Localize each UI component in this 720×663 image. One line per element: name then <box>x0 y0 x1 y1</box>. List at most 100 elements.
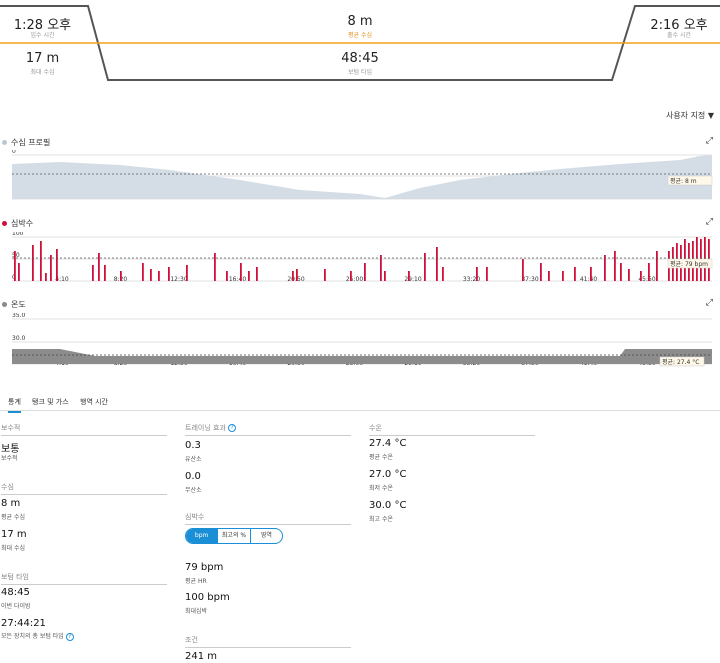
hr-bar <box>18 263 20 281</box>
total-bottom-time-label-text: 모든 장치의 총 보텀 타임 <box>1 633 64 640</box>
expand-icon[interactable]: ⤢ <box>706 217 713 227</box>
max-depth-label: 최대 수심 <box>30 69 55 76</box>
x-tick-label: 37:30 <box>521 276 538 283</box>
hr-bar <box>628 269 630 281</box>
user-settings-label: 사용자 지정 <box>665 111 706 120</box>
x-tick-label: 16:40 <box>229 276 246 283</box>
caret-down-icon: ▼ <box>707 111 714 120</box>
hr-bar <box>324 269 326 281</box>
expand-icon[interactable]: ⤢ <box>706 298 713 308</box>
user-settings-dropdown[interactable]: 사용자 지정 ▼ <box>666 110 714 121</box>
training-effect-heading-text: 트레이닝 효과 <box>185 424 226 432</box>
anaerobic-label: 무산소 <box>185 487 202 494</box>
hr-bar <box>604 255 606 281</box>
hr-bar <box>656 251 658 281</box>
hr-bar <box>56 249 58 281</box>
avg-depth-value: 8 m <box>347 14 373 29</box>
hr-bar <box>350 271 352 281</box>
x-tick-label: 25:00 <box>346 276 363 283</box>
max-depth-value: 17 m <box>25 51 60 66</box>
hr-bar <box>14 251 16 281</box>
conservatism-label: 보수적 <box>1 455 18 462</box>
x-tick-label: 29:10 <box>404 276 421 283</box>
hr-bar <box>45 273 47 281</box>
hr-bar <box>296 269 298 281</box>
total-bottom-time: 27:44:21 <box>1 618 46 629</box>
help-icon[interactable]: ? <box>228 424 237 432</box>
hr-bar <box>574 267 576 281</box>
dive-summary-header: 1:28 오후 입수 시간 8 m 평균 수심 2:16 오후 출수 시간 17… <box>0 0 720 100</box>
hr-bar <box>540 263 542 281</box>
avg-hr-label: 평균 HR <box>185 578 207 585</box>
stats-tabs: 통계 탱크 및 가스 행역 시간 <box>0 394 720 413</box>
x-tick-label: 12:30 <box>170 276 187 283</box>
depth-chart-title: 수심 프로필 <box>2 137 50 148</box>
max-water-temp-label: 최고 수온 <box>369 516 393 523</box>
avg-water-temp-label: 평균 수온 <box>369 454 393 461</box>
segment-max-percent[interactable]: 최고의 % <box>217 529 249 543</box>
avg-label: 평균: 27.4 °C <box>662 358 699 366</box>
depth-profile-chart: 010204:108:2012:3016:4020:5025:0029:1033… <box>12 150 713 201</box>
hr-bar <box>522 259 524 281</box>
depth-heading: 수심 <box>1 482 167 495</box>
hr-bar <box>214 253 216 281</box>
aerobic-value: 0.3 <box>185 440 201 451</box>
heart-rate-chart: 1005004:108:2012:3016:4020:5025:0029:103… <box>12 232 713 283</box>
dive-bottom-time-label: 이번 다이빙 <box>1 603 31 610</box>
min-water-temp-label: 최저 수온 <box>369 485 393 492</box>
hr-bar <box>104 265 106 281</box>
temperature-chart: 35.030.020.04:108:2012:3016:4020:5025:00… <box>12 313 712 367</box>
hr-bar <box>240 263 242 281</box>
hr-bar <box>120 271 122 281</box>
hr-bar <box>92 265 94 281</box>
temp-chart-title: 온도 <box>2 299 26 310</box>
y-tick-label: 0 <box>12 150 16 155</box>
conservatism-heading: 보수적 <box>1 423 167 436</box>
max-hr-value: 100 bpm <box>185 592 230 603</box>
hr-bar <box>186 265 188 281</box>
conditions-heading: 조건 <box>185 635 351 648</box>
hr-bar <box>620 263 622 281</box>
hr-bar <box>364 263 366 281</box>
expand-icon[interactable]: ⤢ <box>706 136 713 146</box>
segment-zones[interactable]: 영역 <box>249 529 282 543</box>
tab-stats[interactable]: 통계 <box>8 397 21 413</box>
aerobic-label: 유산소 <box>185 456 202 463</box>
hr-bar <box>292 271 294 281</box>
avg-label: 평균: 79 bpm <box>670 260 708 268</box>
heart-rate-unit-toggle: bpm 최고의 % 영역 <box>185 528 283 544</box>
heart-legend-dot <box>2 221 7 226</box>
hr-bar <box>562 271 564 281</box>
total-bottom-time-label: 모든 장치의 총 보텀 타임 ? <box>1 631 74 641</box>
y-tick-label: 100 <box>12 232 24 237</box>
depth-chart-title-text: 수심 프로필 <box>11 138 51 147</box>
hr-bar <box>50 255 52 281</box>
tab-surface-time[interactable]: 행역 시간 <box>80 397 108 407</box>
hr-bar <box>614 251 616 281</box>
min-water-temp: 27.0 °C <box>369 469 407 480</box>
dive-bottom-time: 48:45 <box>1 587 30 598</box>
hr-bar <box>442 267 444 281</box>
water-temp-heading: 수온 <box>369 423 535 436</box>
training-effect-heading: 트레이닝 효과 ? <box>185 423 351 436</box>
tab-tanks-gases[interactable]: 탱크 및 가스 <box>32 397 69 407</box>
max-hr-label: 최대심박 <box>185 608 208 615</box>
hr-bar <box>98 253 100 281</box>
hr-bar <box>384 271 386 281</box>
max-water-temp: 30.0 °C <box>369 500 407 511</box>
hr-bar <box>158 271 160 281</box>
depth-area <box>12 155 712 199</box>
hr-bar <box>408 271 410 281</box>
hr-bar <box>548 271 550 281</box>
segment-bpm[interactable]: bpm <box>186 529 218 543</box>
hr-bar <box>40 241 42 281</box>
entry-time-label: 입수 시간 <box>30 32 55 39</box>
y-tick-label: 35.0 <box>12 313 26 319</box>
hr-bar <box>424 253 426 281</box>
bottom-time-label: 보텀 타임 <box>348 69 372 76</box>
hr-bar <box>226 271 228 281</box>
help-icon[interactable]: ? <box>65 632 74 641</box>
x-tick-label: 41:40 <box>580 276 597 283</box>
avg-depth-stat-label: 평균 수심 <box>1 514 25 521</box>
hr-bar <box>248 271 250 281</box>
